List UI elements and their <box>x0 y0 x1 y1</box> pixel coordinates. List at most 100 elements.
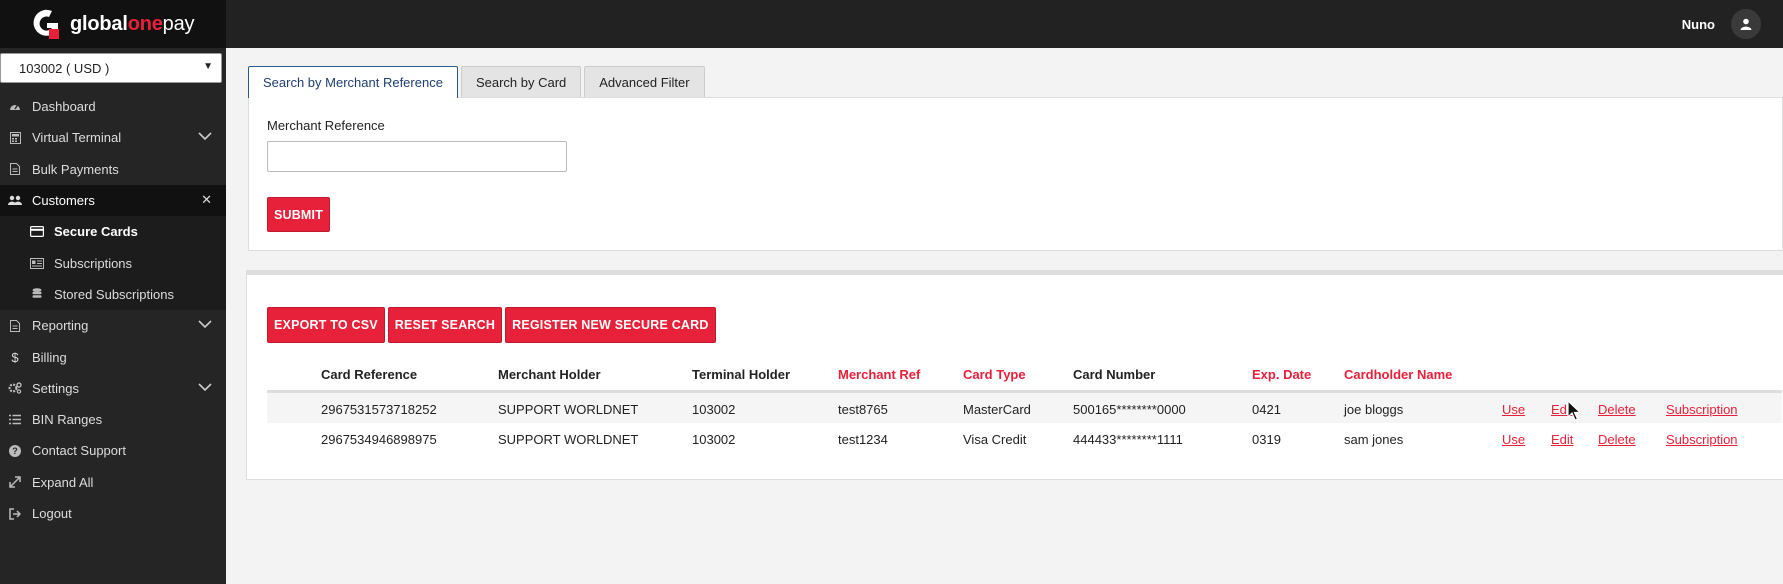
sidebar-item-expand-all[interactable]: Expand All <box>0 467 226 498</box>
exp-date-cell: 0421 <box>1252 402 1281 417</box>
user-menu[interactable]: Nuno <box>1682 0 1783 48</box>
chevron-down-icon <box>198 383 212 391</box>
card-number-cell: 500165********0000 <box>1073 402 1186 417</box>
close-icon[interactable]: ✕ <box>201 192 212 208</box>
sidebar: 103002 ( USD ) ▼ Dashboard Virtual Termi… <box>0 48 226 584</box>
file-icon <box>8 162 22 176</box>
merchant-reference-label: Merchant Reference <box>267 118 385 133</box>
card-reference-cell: 2967534946898975 <box>321 432 437 447</box>
card-type-cell: Visa Credit <box>963 432 1027 447</box>
table-header: Card Reference Merchant Holder Terminal … <box>267 359 1782 393</box>
sidebar-item-label: Secure Cards <box>54 224 138 240</box>
dollar-icon: $ <box>11 349 19 365</box>
list-icon <box>8 413 22 427</box>
user-icon <box>1740 18 1752 30</box>
mouse-cursor-icon <box>1567 400 1581 421</box>
sidebar-nav: Dashboard Virtual Terminal Bulk Payments… <box>0 91 226 529</box>
sidebar-item-label: Expand All <box>32 474 94 490</box>
cardholder-name-cell: joe bloggs <box>1344 402 1404 417</box>
exp-date-cell: 0319 <box>1252 432 1281 447</box>
merchant-ref-cell: test8765 <box>838 402 888 417</box>
table-row: 2967531573718252 SUPPORT WORLDNET 103002… <box>267 393 1782 423</box>
sidebar-item-label: BIN Ranges <box>32 412 103 428</box>
expand-icon <box>8 475 22 489</box>
subscription-link[interactable]: Subscription <box>1666 402 1738 417</box>
sidebar-item-billing[interactable]: $ Billing <box>0 341 226 372</box>
tab-search-by-card[interactable]: Search by Card <box>460 66 582 97</box>
subscription-icon <box>30 256 44 270</box>
logo[interactable]: globalonepay <box>0 0 226 48</box>
export-csv-button[interactable]: EXPORT TO CSV <box>267 307 385 343</box>
tab-advanced-filter[interactable]: Advanced Filter <box>584 66 705 97</box>
sidebar-item-subscriptions[interactable]: Subscriptions <box>0 247 226 279</box>
account-select[interactable]: 103002 ( USD ) ▼ <box>0 53 222 83</box>
sidebar-item-settings[interactable]: Settings <box>0 373 226 404</box>
sidebar-item-label: Dashboard <box>32 99 96 115</box>
sidebar-item-contact-support[interactable]: ? Contact Support <box>0 435 226 466</box>
main-content: Search by Merchant Reference Search by C… <box>226 48 1783 584</box>
sidebar-item-label: Billing <box>32 349 67 365</box>
use-link[interactable]: Use <box>1502 402 1525 417</box>
edit-link[interactable]: Edit <box>1551 432 1573 447</box>
question-icon: ? <box>8 444 22 458</box>
database-icon <box>30 287 44 301</box>
column-header-card-type[interactable]: Card Type <box>963 367 1026 382</box>
sidebar-item-label: Settings <box>32 380 79 396</box>
card-type-cell: MasterCard <box>963 402 1031 417</box>
cogs-icon <box>8 381 22 395</box>
chevron-down-icon: ▼ <box>203 61 213 72</box>
column-header-exp-date[interactable]: Exp. Date <box>1252 367 1311 382</box>
delete-link[interactable]: Delete <box>1598 432 1636 447</box>
sidebar-item-logout[interactable]: Logout <box>0 498 226 529</box>
reset-search-button[interactable]: RESET SEARCH <box>387 307 503 343</box>
secure-cards-table: Card Reference Merchant Holder Terminal … <box>267 359 1782 453</box>
sidebar-item-secure-cards[interactable]: Secure Cards <box>0 216 226 248</box>
sidebar-item-bulk-payments[interactable]: Bulk Payments <box>0 154 226 185</box>
sidebar-item-customers[interactable]: Customers ✕ <box>0 184 226 217</box>
merchant-reference-input[interactable] <box>267 141 567 172</box>
credit-card-icon <box>30 225 44 239</box>
logo-text: globalonepay <box>70 12 195 35</box>
search-panel: Search by Merchant Reference Search by C… <box>248 66 1783 251</box>
sidebar-item-label: Contact Support <box>32 443 126 459</box>
use-link[interactable]: Use <box>1502 432 1525 447</box>
results-actions: EXPORT TO CSV RESET SEARCH REGISTER NEW … <box>267 307 719 343</box>
register-new-secure-card-button[interactable]: REGISTER NEW SECURE CARD <box>505 307 716 343</box>
calculator-icon <box>8 131 22 145</box>
cardholder-name-cell: sam jones <box>1344 432 1404 447</box>
account-select-value: 103002 ( USD ) <box>19 61 110 76</box>
submit-button[interactable]: SUBMIT <box>267 197 330 232</box>
sidebar-item-label: Customers <box>32 193 95 209</box>
subscription-link[interactable]: Subscription <box>1666 432 1738 447</box>
card-number-cell: 444433********1111 <box>1073 432 1183 447</box>
tab-search-by-merchant-reference[interactable]: Search by Merchant Reference <box>248 66 458 98</box>
delete-link[interactable]: Delete <box>1598 402 1636 417</box>
dashboard-icon <box>8 100 22 114</box>
chevron-down-icon <box>198 132 212 141</box>
sidebar-item-bin-ranges[interactable]: BIN Ranges <box>0 404 226 435</box>
merchant-ref-cell: test1234 <box>838 432 888 447</box>
svg-text:?: ? <box>12 446 18 456</box>
merchant-holder-cell: SUPPORT WORLDNET <box>498 402 639 417</box>
user-avatar[interactable] <box>1731 9 1761 39</box>
results-panel: EXPORT TO CSV RESET SEARCH REGISTER NEW … <box>246 270 1783 480</box>
column-header-cardholder-name[interactable]: Cardholder Name <box>1344 367 1452 382</box>
user-name[interactable]: Nuno <box>1682 17 1715 32</box>
users-icon <box>8 194 22 208</box>
column-header-merchant-holder[interactable]: Merchant Holder <box>498 367 601 382</box>
terminal-holder-cell: 103002 <box>692 402 736 417</box>
sidebar-item-reporting[interactable]: Reporting <box>0 310 226 341</box>
sidebar-item-label: Logout <box>32 506 72 521</box>
sidebar-item-virtual-terminal[interactable]: Virtual Terminal <box>0 122 226 153</box>
column-header-card-number[interactable]: Card Number <box>1073 367 1155 382</box>
table-row: 2967534946898975 SUPPORT WORLDNET 103002… <box>267 423 1782 453</box>
column-header-merchant-ref[interactable]: Merchant Ref <box>838 367 920 382</box>
column-header-terminal-holder[interactable]: Terminal Holder <box>692 367 790 382</box>
sidebar-item-dashboard[interactable]: Dashboard <box>0 91 226 122</box>
card-reference-cell: 2967531573718252 <box>321 402 437 417</box>
chevron-down-icon <box>198 320 212 329</box>
sidebar-item-label: Bulk Payments <box>32 161 119 177</box>
column-header-card-reference[interactable]: Card Reference <box>321 367 417 382</box>
sidebar-item-stored-subscriptions[interactable]: Stored Subscriptions <box>0 278 226 311</box>
sidebar-item-label: Virtual Terminal <box>32 130 122 146</box>
